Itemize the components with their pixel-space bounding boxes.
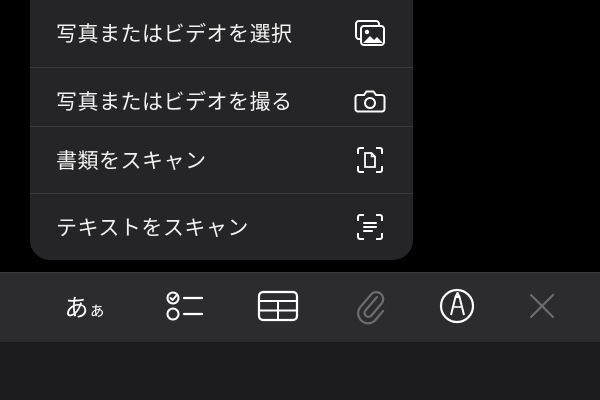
close-button[interactable] — [517, 286, 567, 330]
document-scan-icon — [353, 143, 387, 177]
menu-item-scan-text[interactable]: テキストをスキャン — [30, 194, 413, 260]
paperclip-icon — [353, 287, 387, 329]
menu-item-scan-documents[interactable]: 書類をスキャン — [30, 127, 413, 193]
format-text-icon: あぁ — [64, 294, 106, 322]
keyboard-area — [0, 342, 600, 400]
menu-item-label: 書類をスキャン — [56, 149, 207, 173]
menu-item-label: 写真またはビデオを選択 — [56, 22, 293, 46]
close-icon — [527, 291, 557, 325]
screen: 写真またはビデオを選択 写真またはビデオを撮る 書類をスキャン テキストをスキャ… — [0, 0, 600, 400]
menu-item-label: テキストをスキャン — [56, 216, 249, 240]
checklist-icon — [165, 289, 205, 327]
photo-library-icon — [353, 16, 387, 50]
format-text-button[interactable]: あぁ — [60, 286, 110, 330]
markup-pen-icon — [438, 287, 476, 329]
checklist-button[interactable] — [160, 286, 210, 330]
table-button[interactable] — [253, 286, 303, 330]
menu-item-label: 写真またはビデオを撮る — [56, 90, 293, 114]
camera-icon — [353, 84, 387, 118]
text-scan-icon — [353, 210, 387, 244]
table-icon — [257, 290, 299, 326]
attachment-menu: 写真またはビデオを選択 写真またはビデオを撮る 書類をスキャン テキストをスキャ… — [30, 0, 413, 260]
attachment-button[interactable] — [345, 286, 395, 330]
menu-item-take-photo-video[interactable]: 写真またはビデオを撮る — [30, 68, 413, 134]
editor-toolbar: あぁ — [0, 272, 600, 342]
markup-button[interactable] — [432, 286, 482, 330]
menu-item-choose-photo-video[interactable]: 写真またはビデオを選択 — [30, 0, 413, 66]
